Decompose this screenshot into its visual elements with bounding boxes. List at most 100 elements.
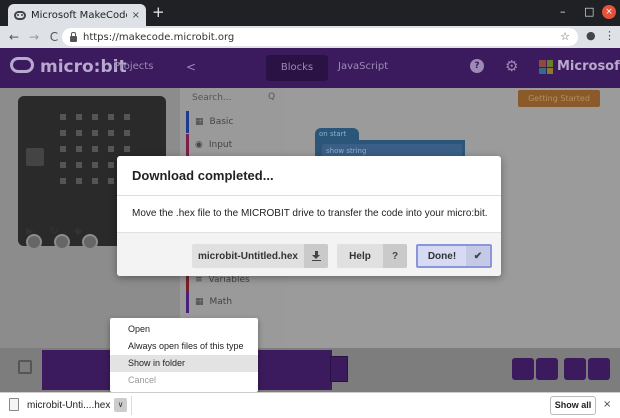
- simulator-led: [124, 130, 130, 136]
- simulator-led: [108, 130, 114, 136]
- undo-button[interactable]: [512, 358, 534, 380]
- toolbox-category-input[interactable]: ◉ Input: [182, 134, 286, 156]
- getting-started-button[interactable]: Getting Started: [518, 90, 600, 107]
- tab-javascript[interactable]: JavaScript: [338, 61, 388, 72]
- download-icon: [304, 244, 328, 268]
- file-icon: [9, 398, 19, 411]
- tab-close-icon[interactable]: ×: [132, 10, 140, 21]
- dialog-message: Move the .hex file to the MICROBIT drive…: [132, 208, 488, 219]
- simulator-led: [108, 178, 114, 184]
- simulator-button-a[interactable]: [26, 148, 44, 166]
- browser-tab-strip: Microsoft MakeCode for micro:bit × + – □…: [0, 0, 620, 26]
- simulator-led: [92, 114, 98, 120]
- simulator-led: [60, 130, 66, 136]
- grid-icon: ▦: [195, 117, 204, 127]
- download-file-name[interactable]: microbit-Unti....hex: [27, 400, 110, 411]
- restart-icon[interactable]: ↻: [50, 226, 58, 237]
- simulator-led: [124, 146, 130, 152]
- simulator-led: [92, 162, 98, 168]
- help-button-label: Help: [349, 250, 371, 262]
- dialog-divider: [117, 195, 501, 196]
- browser-toolbar: ← → C https://makecode.microbit.org ☆ ● …: [0, 26, 620, 48]
- category-label: Variables: [208, 275, 250, 285]
- simulator-led: [60, 114, 66, 120]
- simulator-led: [124, 114, 130, 120]
- category-label: Input: [208, 140, 233, 150]
- lock-icon: [70, 31, 77, 42]
- category-label: Basic: [209, 117, 234, 127]
- menu-item-always-open[interactable]: Always open files of this type: [110, 338, 258, 355]
- simulator-led: [76, 178, 82, 184]
- account-icon[interactable]: ●: [586, 29, 596, 42]
- checkmark-icon: ✔: [466, 246, 490, 266]
- toolbox-category-math[interactable]: ▦ Math: [182, 291, 286, 313]
- category-label: Math: [209, 297, 233, 307]
- download-hex-label: microbit-Untitled.hex: [197, 250, 298, 262]
- category-color-bar: [186, 134, 189, 156]
- gear-icon[interactable]: ⚙: [505, 57, 518, 75]
- on-start-block[interactable]: on start: [315, 128, 359, 140]
- tab-title: Microsoft MakeCode for micro:bit: [31, 9, 127, 21]
- menu-item-show-in-folder[interactable]: Show in folder: [110, 355, 258, 372]
- list-icon: ≡: [195, 275, 203, 285]
- zoom-out-button[interactable]: [588, 358, 610, 380]
- simulator-led: [92, 146, 98, 152]
- help-button[interactable]: Help ?: [337, 244, 407, 268]
- bookmark-star-icon[interactable]: ☆: [560, 30, 570, 43]
- address-bar[interactable]: https://makecode.microbit.org ☆: [62, 28, 578, 46]
- show-all-button[interactable]: Show all: [550, 396, 596, 415]
- downloads-divider: [131, 396, 132, 415]
- search-icon: Q: [268, 92, 276, 102]
- menu-item-cancel[interactable]: Cancel: [110, 372, 258, 389]
- dialog-title: Download completed...: [132, 168, 274, 183]
- redo-button[interactable]: [536, 358, 558, 380]
- help-icon[interactable]: ?: [470, 59, 484, 73]
- simulator-led: [92, 178, 98, 184]
- downloads-bar: microbit-Unti....hex ∨ Show all ×: [0, 392, 620, 418]
- target-icon: ◉: [195, 140, 203, 150]
- microbit-favicon-icon: [14, 10, 26, 20]
- maximize-button[interactable]: □: [584, 5, 594, 19]
- forward-button[interactable]: →: [26, 30, 42, 44]
- toolbox-category-basic[interactable]: ▦ Basic: [182, 111, 286, 133]
- simulator-pin-2[interactable]: [82, 234, 98, 250]
- projects-button[interactable]: Projects: [114, 61, 153, 72]
- toggle-simulator-icon[interactable]: [18, 360, 32, 374]
- simulator-led: [76, 114, 82, 120]
- new-tab-button[interactable]: +: [152, 5, 165, 20]
- save-icon[interactable]: [330, 356, 348, 382]
- share-icon[interactable]: <: [186, 60, 196, 74]
- simulator-led: [60, 146, 66, 152]
- back-button[interactable]: ←: [6, 30, 22, 44]
- microsoft-text: Microsoft: [557, 59, 620, 74]
- category-color-bar: [186, 111, 189, 133]
- browser-menu-icon[interactable]: ⋮: [604, 29, 615, 42]
- tab-blocks[interactable]: Blocks: [266, 55, 328, 81]
- simulator-controls: ▶ ↻ ◆: [26, 226, 82, 237]
- microbit-logo-icon: [10, 57, 34, 73]
- minimize-button[interactable]: –: [560, 5, 566, 19]
- simulator-led: [108, 146, 114, 152]
- simulator-led: [76, 130, 82, 136]
- downloads-bar-close-icon[interactable]: ×: [603, 399, 611, 410]
- toolbox-search-input[interactable]: Search...: [192, 93, 232, 103]
- simulator-led: [76, 162, 82, 168]
- download-hex-button[interactable]: microbit-Untitled.hex: [192, 244, 328, 268]
- done-button[interactable]: Done! ✔: [416, 244, 492, 268]
- play-icon[interactable]: ▶: [26, 226, 34, 237]
- window-close-button[interactable]: ×: [602, 5, 616, 19]
- download-context-menu: Open Always open files of this type Show…: [110, 318, 258, 392]
- simulator-led: [76, 146, 82, 152]
- dialog-actions: microbit-Untitled.hex Help ? Done! ✔: [117, 232, 501, 276]
- slowmo-icon[interactable]: ◆: [74, 226, 82, 237]
- zoom-in-button[interactable]: [564, 358, 586, 380]
- question-icon: ?: [383, 244, 407, 268]
- reload-button[interactable]: C: [46, 30, 62, 44]
- download-options-toggle[interactable]: ∨: [114, 398, 127, 412]
- menu-item-open[interactable]: Open: [110, 321, 258, 338]
- url-text: https://makecode.microbit.org: [83, 31, 235, 43]
- simulator-led: [60, 178, 66, 184]
- tab-makecode[interactable]: Microsoft MakeCode for micro:bit ×: [8, 4, 146, 26]
- simulator-led: [92, 130, 98, 136]
- done-button-label: Done!: [427, 250, 457, 262]
